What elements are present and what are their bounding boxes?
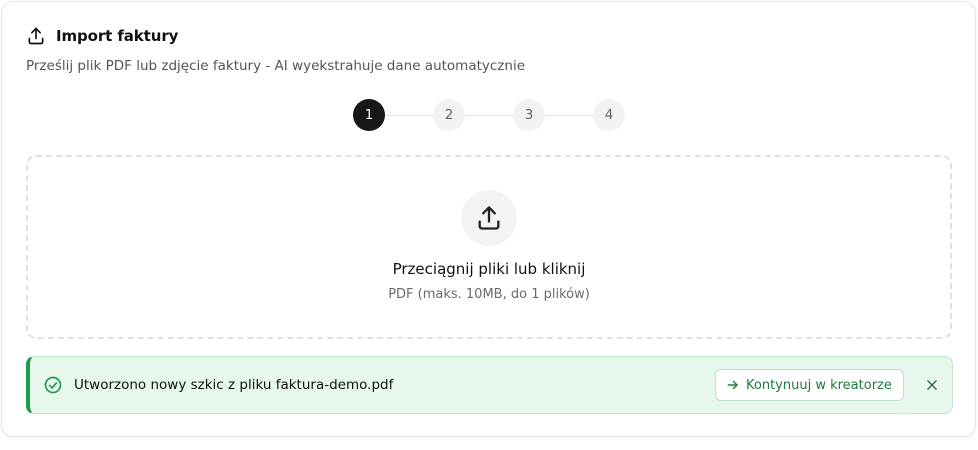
arrow-right-icon [726, 378, 740, 392]
step-1: 1 [353, 99, 385, 131]
dropzone-hint: PDF (maks. 10MB, do 1 plików) [388, 287, 590, 302]
continue-in-wizard-button[interactable]: Kontynuuj w kreatorze [715, 369, 904, 401]
card-header: Import faktury [26, 26, 178, 46]
dropzone-title: Przeciągnij pliki lub kliknij [392, 260, 586, 278]
card-subtitle: Prześlij plik PDF lub zdjęcie faktury - … [26, 58, 526, 74]
step-4: 4 [593, 99, 625, 131]
import-card: Import faktury Prześlij plik PDF lub zdj… [1, 1, 976, 437]
step-connector [465, 114, 513, 116]
upload-icon [461, 190, 517, 246]
close-icon[interactable] [923, 376, 941, 394]
file-dropzone[interactable]: Przeciągnij pliki lub kliknij PDF (maks.… [26, 155, 952, 339]
alert-message: Utworzono nowy szkic z pliku faktura-dem… [74, 377, 394, 393]
step-2: 2 [433, 99, 465, 131]
step-connector [385, 114, 433, 116]
step-connector [545, 114, 593, 116]
step-3: 3 [513, 99, 545, 131]
check-circle-icon [43, 375, 63, 395]
card-title: Import faktury [56, 27, 179, 45]
upload-icon [26, 26, 46, 46]
success-alert: Utworzono nowy szkic z pliku faktura-dem… [26, 356, 953, 414]
continue-button-label: Kontynuuj w kreatorze [746, 377, 892, 393]
stepper: 1 2 3 4 [353, 99, 625, 131]
